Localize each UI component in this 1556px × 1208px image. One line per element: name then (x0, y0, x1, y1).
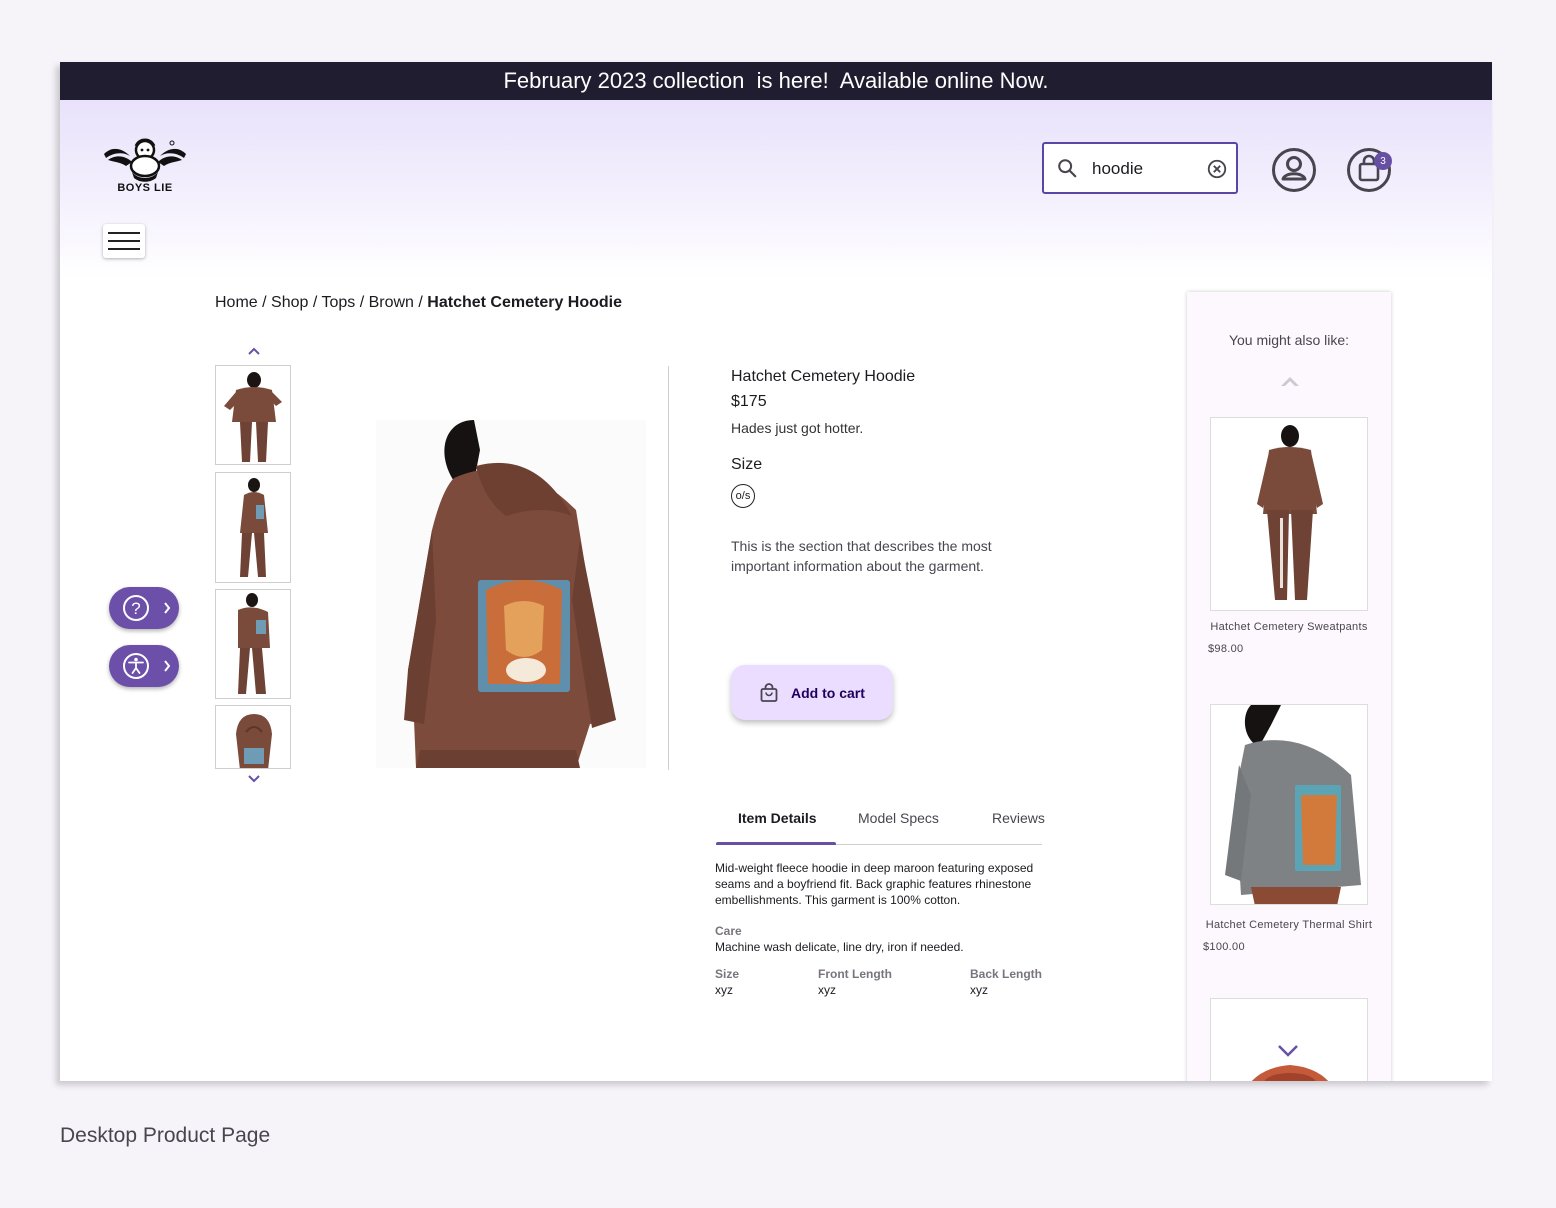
recommendation-price: $100.00 (1203, 941, 1245, 953)
breadcrumb-tops[interactable]: Tops (321, 294, 355, 311)
recommendation-image[interactable] (1210, 998, 1368, 1081)
tab-item-details[interactable]: Item Details (738, 810, 817, 826)
announcement-text: February 2023 collection is here! Availa… (503, 68, 1049, 93)
account-icon[interactable] (1271, 147, 1317, 193)
recommendation-image[interactable] (1210, 417, 1368, 611)
chevron-down-icon[interactable] (247, 774, 261, 784)
menu-line-icon (108, 248, 140, 250)
breadcrumb: Home / Shop / Tops / Brown / Hatchet Cem… (215, 294, 622, 312)
logo-wordmark: BOYS LIE (117, 182, 173, 194)
thumbnail-detail[interactable] (215, 705, 291, 769)
hamburger-menu-button[interactable] (103, 224, 145, 258)
spec-value-front-length: xyz (818, 983, 836, 997)
recommendation-name[interactable]: Hatchet Cemetery Thermal Shirt (1187, 919, 1391, 931)
product-thumbnail-image (240, 478, 268, 577)
site-header: BOYS LIE hoodie 3 (60, 100, 1492, 280)
recommendation-price: $98.00 (1208, 643, 1244, 655)
recommendations-title: You might also like: (1228, 332, 1350, 348)
svg-text:?: ? (131, 599, 140, 618)
product-tabs: Item Details Model Specs Reviews (716, 802, 1045, 845)
add-to-cart-button[interactable]: Add to cart (731, 665, 893, 720)
browser-frame: February 2023 collection is here! Availa… (60, 62, 1492, 1081)
thumbnail-back[interactable] (215, 589, 291, 699)
tab-reviews[interactable]: Reviews (992, 810, 1045, 826)
help-icon: ? (123, 595, 171, 621)
thermal-shirt-photo (1225, 705, 1361, 904)
care-label: Care (715, 924, 742, 938)
item-details-text: Mid-weight fleece hoodie in deep maroon … (715, 861, 1034, 907)
breadcrumb-separator: / (257, 294, 272, 311)
spec-label-back-length: Back Length (970, 967, 1043, 981)
product-tagline: Hades just got hotter. (731, 420, 864, 436)
accessibility-icon (123, 653, 171, 679)
main-product-image[interactable] (376, 420, 646, 768)
spec-value-back-length: xyz (970, 983, 988, 997)
thumbnail-front[interactable] (215, 365, 291, 465)
help-button[interactable]: ? (109, 587, 179, 629)
chevron-down-icon[interactable] (1277, 1044, 1299, 1058)
breadcrumb-home[interactable]: Home (215, 294, 258, 311)
spec-label-front-length: Front Length (818, 967, 892, 981)
accessibility-button[interactable] (109, 645, 179, 687)
menu-line-icon (108, 240, 140, 242)
search-icon[interactable] (1056, 157, 1078, 179)
product-description: This is the section that describes the m… (731, 538, 992, 574)
active-tab-indicator (716, 842, 836, 845)
recommendation-image[interactable] (1210, 704, 1368, 905)
shopping-bag-icon (760, 682, 778, 702)
clear-search-icon[interactable] (1206, 158, 1228, 180)
product-thumbnail-image (238, 593, 270, 694)
announcement-bar: February 2023 collection is here! Availa… (60, 62, 1492, 100)
page-caption: Desktop Product Page (60, 1124, 271, 1147)
product-price: $175 (731, 393, 767, 410)
cart-count-badge: 3 (1374, 152, 1392, 170)
add-to-cart-label: Add to cart (791, 684, 865, 701)
product-thumbnail-image (236, 714, 272, 768)
care-text: Machine wash delicate, line dry, iron if… (715, 940, 964, 954)
spec-label-size: Size (715, 967, 740, 981)
size-label: Size (731, 456, 763, 473)
recommendations-panel: You might also like: Hatchet Cemetery Sw… (1187, 292, 1391, 1081)
chevron-up-icon[interactable] (247, 346, 261, 356)
menu-line-icon (108, 232, 140, 234)
brand-logo[interactable]: BOYS LIE (102, 136, 188, 200)
sweatpants-photo (1257, 425, 1323, 600)
breadcrumb-brown[interactable]: Brown (369, 294, 414, 311)
thumbnail-side[interactable] (215, 472, 291, 583)
hat-photo (1251, 1065, 1329, 1081)
search-box (1042, 142, 1238, 194)
breadcrumb-shop[interactable]: Shop (271, 294, 308, 311)
search-input[interactable] (1090, 157, 1204, 181)
spec-value-size: xyz (715, 983, 733, 997)
image-divider (668, 366, 669, 770)
breadcrumb-separator: / (308, 294, 322, 311)
tab-model-specs[interactable]: Model Specs (858, 810, 939, 826)
cherub-logo-icon (104, 138, 186, 182)
breadcrumb-current: Hatchet Cemetery Hoodie (427, 294, 623, 311)
chevron-up-icon[interactable] (1279, 374, 1301, 388)
breadcrumb-separator: / (413, 294, 428, 311)
size-option-os[interactable]: o/s (731, 484, 755, 508)
recommendation-name[interactable]: Hatchet Cemetery Sweatpants (1187, 621, 1391, 633)
product-title: Hatchet Cemetery Hoodie (731, 368, 916, 385)
hoodie-back-photo (404, 420, 616, 768)
breadcrumb-separator: / (355, 294, 369, 311)
product-thumbnail-image (224, 372, 282, 462)
